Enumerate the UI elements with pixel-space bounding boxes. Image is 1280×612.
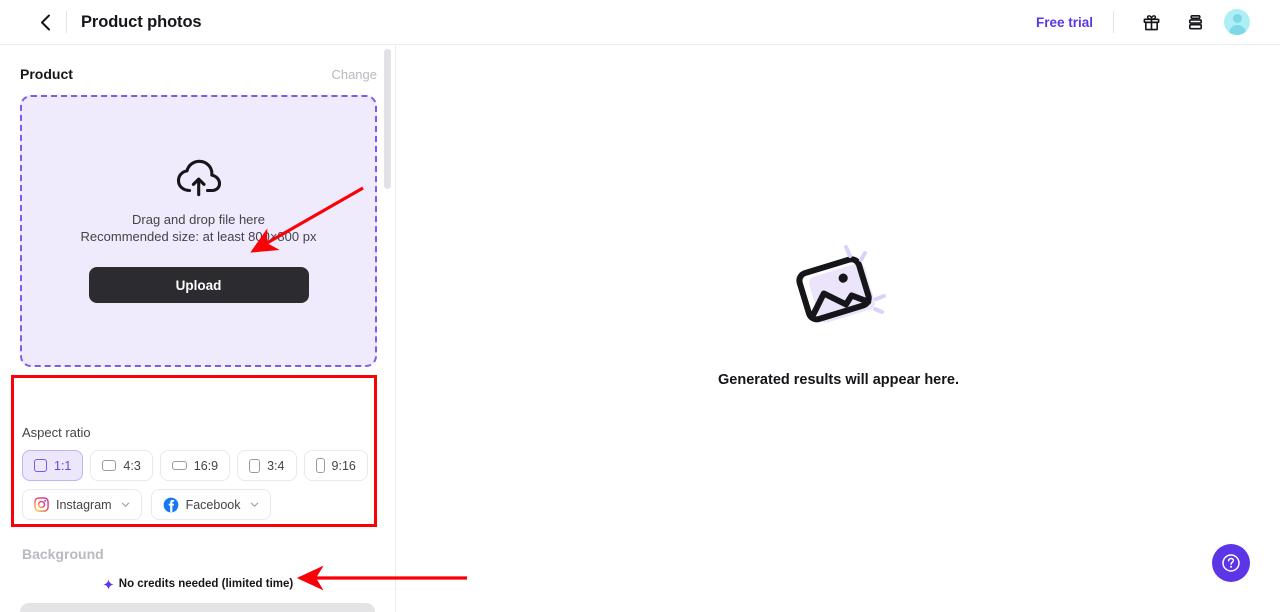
chevron-left-icon [40,14,50,30]
back-button[interactable] [28,5,62,39]
page-title: Product photos [81,12,202,31]
avatar-head [1232,14,1242,23]
free-trial-link[interactable]: Free trial [1036,15,1093,30]
panel-scrollbar-track[interactable] [384,45,393,612]
image-placeholder-icon-wrap [783,243,895,344]
empty-state: Generated results will appear here. [718,243,959,388]
ratio-wide-icon [171,461,187,470]
chevron-down-icon [250,502,258,507]
aspect-ratio-chip-3-4[interactable]: 3:4 [237,450,297,481]
social-preset-options: Instagram Facebook [22,489,271,520]
aspect-ratio-chip-16-9[interactable]: 16:9 [159,450,231,481]
header-divider [66,11,67,33]
ratio-portrait-icon [249,458,261,473]
aspect-ratio-chip-label: 9:16 [331,458,356,473]
results-panel: Generated results will appear here. [397,45,1280,612]
instagram-icon [34,497,49,512]
upload-button[interactable]: Upload [88,267,309,303]
gift-button[interactable] [1136,7,1166,37]
file-dropzone[interactable]: Drag and drop file here Recommended size… [20,95,377,367]
preset-dropdown-instagram[interactable]: Instagram [22,489,142,520]
empty-state-text: Generated results will appear here. [718,372,959,388]
app-root: Product photos Free trial Product Change… [0,0,1280,612]
avatar-body [1228,25,1246,35]
app-header: Product photos Free trial [0,0,1280,45]
settings-scroll-area: Product Change Drag and drop file here R… [0,45,395,612]
aspect-ratio-chip-label: 3:4 [267,458,285,473]
help-button[interactable] [1212,544,1250,582]
credits-note: No credits needed (limited time) [0,578,395,590]
avatar[interactable] [1224,9,1250,35]
credits-text: No credits needed (limited time) [118,578,294,590]
gift-icon [1143,14,1159,30]
aspect-ratio-chip-1-1[interactable]: 1:1 [22,450,84,481]
ratio-tall-icon [315,458,325,473]
facebook-icon [163,497,178,512]
product-section-header: Product Change [20,66,377,82]
panel-scrollbar-thumb[interactable] [384,49,391,189]
sparkle-icon [103,578,114,590]
layers-icon [1188,14,1202,29]
product-section-title: Product [20,66,73,82]
aspect-ratio-label: Aspect ratio [22,425,91,440]
question-mark-icon [1222,554,1240,572]
header-actions: Free trial [1036,7,1250,37]
aspect-ratio-chip-label: 4:3 [123,458,141,473]
cloud-upload-icon [176,159,221,197]
ratio-landscape-icon [102,460,117,471]
preset-label: Instagram [56,497,112,512]
dropzone-size-hint: Recommended size: at least 800×800 px [80,229,317,244]
layers-button[interactable] [1180,7,1210,37]
image-placeholder-icon [795,245,886,323]
aspect-ratio-chip-label: 16:9 [193,458,219,473]
dropzone-instruction: Drag and drop file here [132,212,265,227]
aspect-ratio-chip-9-16[interactable]: 9:16 [303,450,368,481]
generate-button[interactable]: Generate [20,603,375,612]
change-product-link[interactable]: Change [331,67,377,82]
aspect-ratio-chip-4-3[interactable]: 4:3 [90,450,153,481]
preset-label: Facebook [185,497,241,512]
aspect-ratio-options: 1:1 4:3 16:9 3:4 9:16 [22,450,368,481]
preset-dropdown-facebook[interactable]: Facebook [150,489,271,520]
aspect-ratio-chip-label: 1:1 [54,458,72,473]
cloud-upload-icon-wrap [176,159,222,202]
settings-panel: Product Change Drag and drop file here R… [0,45,396,612]
chevron-down-icon [121,502,129,507]
header-separator [1113,11,1114,33]
background-section-title: Background [22,546,104,562]
ratio-square-icon [34,459,47,472]
